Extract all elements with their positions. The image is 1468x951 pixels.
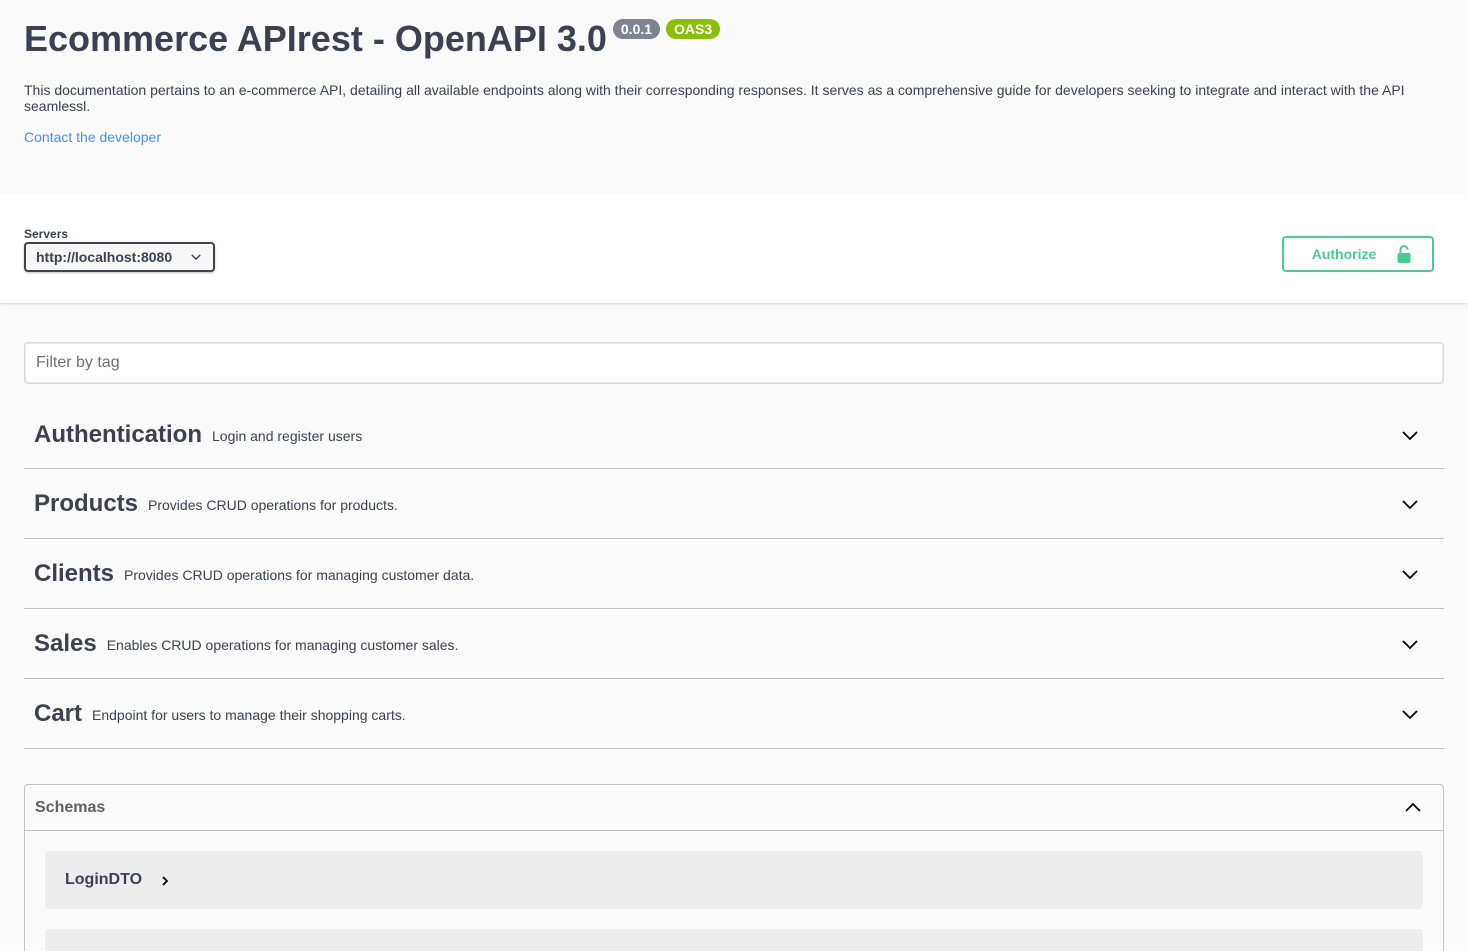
tag-description: Provides CRUD operations for managing cu… bbox=[124, 566, 475, 583]
servers-selected-value: http://localhost:8080 bbox=[36, 249, 173, 265]
tag-cart[interactable]: Cart Endpoint for users to manage their … bbox=[24, 679, 1444, 749]
scheme-container: Servers http://localhost:8080 Authorize bbox=[0, 194, 1468, 303]
chevron-down-icon[interactable] bbox=[1400, 564, 1420, 584]
tag-description: Endpoint for users to manage their shopp… bbox=[92, 706, 406, 723]
schemas-header[interactable]: Schemas bbox=[25, 785, 1443, 831]
tag-clients[interactable]: Clients Provides CRUD operations for man… bbox=[24, 539, 1444, 609]
tag-name: Clients bbox=[34, 559, 115, 587]
chevron-down-icon[interactable] bbox=[1400, 425, 1420, 445]
tag-description: Login and register users bbox=[212, 427, 363, 444]
servers-label: Servers bbox=[24, 227, 69, 241]
chevron-down-icon[interactable] bbox=[1400, 634, 1420, 654]
version-badge: 0.0.1 bbox=[612, 19, 661, 39]
info-section: Ecommerce APIrest - OpenAPI 3.0 0.0.1 OA… bbox=[0, 0, 1468, 194]
servers-select[interactable]: http://localhost:8080 bbox=[24, 242, 215, 272]
filter-by-tag-input[interactable] bbox=[24, 342, 1444, 384]
api-title: Ecommerce APIrest - OpenAPI 3.0 bbox=[24, 18, 607, 59]
schema-model[interactable] bbox=[45, 929, 1423, 951]
tag-name: Products bbox=[34, 489, 139, 517]
schema-model-name: LoginDTO bbox=[65, 871, 143, 888]
chevron-right-icon bbox=[162, 876, 169, 886]
authorize-label: Authorize bbox=[1311, 246, 1377, 262]
oas-badge: OAS3 bbox=[666, 19, 721, 39]
chevron-down-icon[interactable] bbox=[1400, 704, 1420, 724]
tag-authentication[interactable]: Authentication Login and register users bbox=[24, 401, 1444, 469]
tag-name: Cart bbox=[34, 699, 83, 727]
chevron-down-icon[interactable] bbox=[1400, 494, 1420, 514]
tag-description: Enables CRUD operations for managing cus… bbox=[106, 636, 459, 653]
contact-developer-link[interactable]: Contact the developer bbox=[24, 129, 161, 145]
schema-model-logindto[interactable]: LoginDTO bbox=[45, 851, 1423, 909]
tag-list: Authentication Login and register users … bbox=[24, 401, 1444, 749]
api-description: This documentation pertains to an e-comm… bbox=[24, 82, 1405, 114]
tag-name: Sales bbox=[34, 629, 97, 657]
tag-products[interactable]: Products Provides CRUD operations for pr… bbox=[24, 469, 1444, 539]
tag-sales[interactable]: Sales Enables CRUD operations for managi… bbox=[24, 609, 1444, 679]
tag-name: Authentication bbox=[34, 420, 202, 448]
chevron-down-icon bbox=[191, 254, 201, 261]
tag-description: Provides CRUD operations for products. bbox=[148, 496, 398, 513]
schemas-title: Schemas bbox=[35, 798, 106, 816]
schemas-section: Schemas LoginDTO bbox=[24, 784, 1444, 951]
title-row: Ecommerce APIrest - OpenAPI 3.0 0.0.1 OA… bbox=[24, 18, 1444, 60]
chevron-up-icon[interactable] bbox=[1403, 798, 1423, 818]
authorize-button[interactable]: Authorize bbox=[1282, 236, 1434, 272]
lock-open-icon bbox=[1397, 245, 1411, 263]
